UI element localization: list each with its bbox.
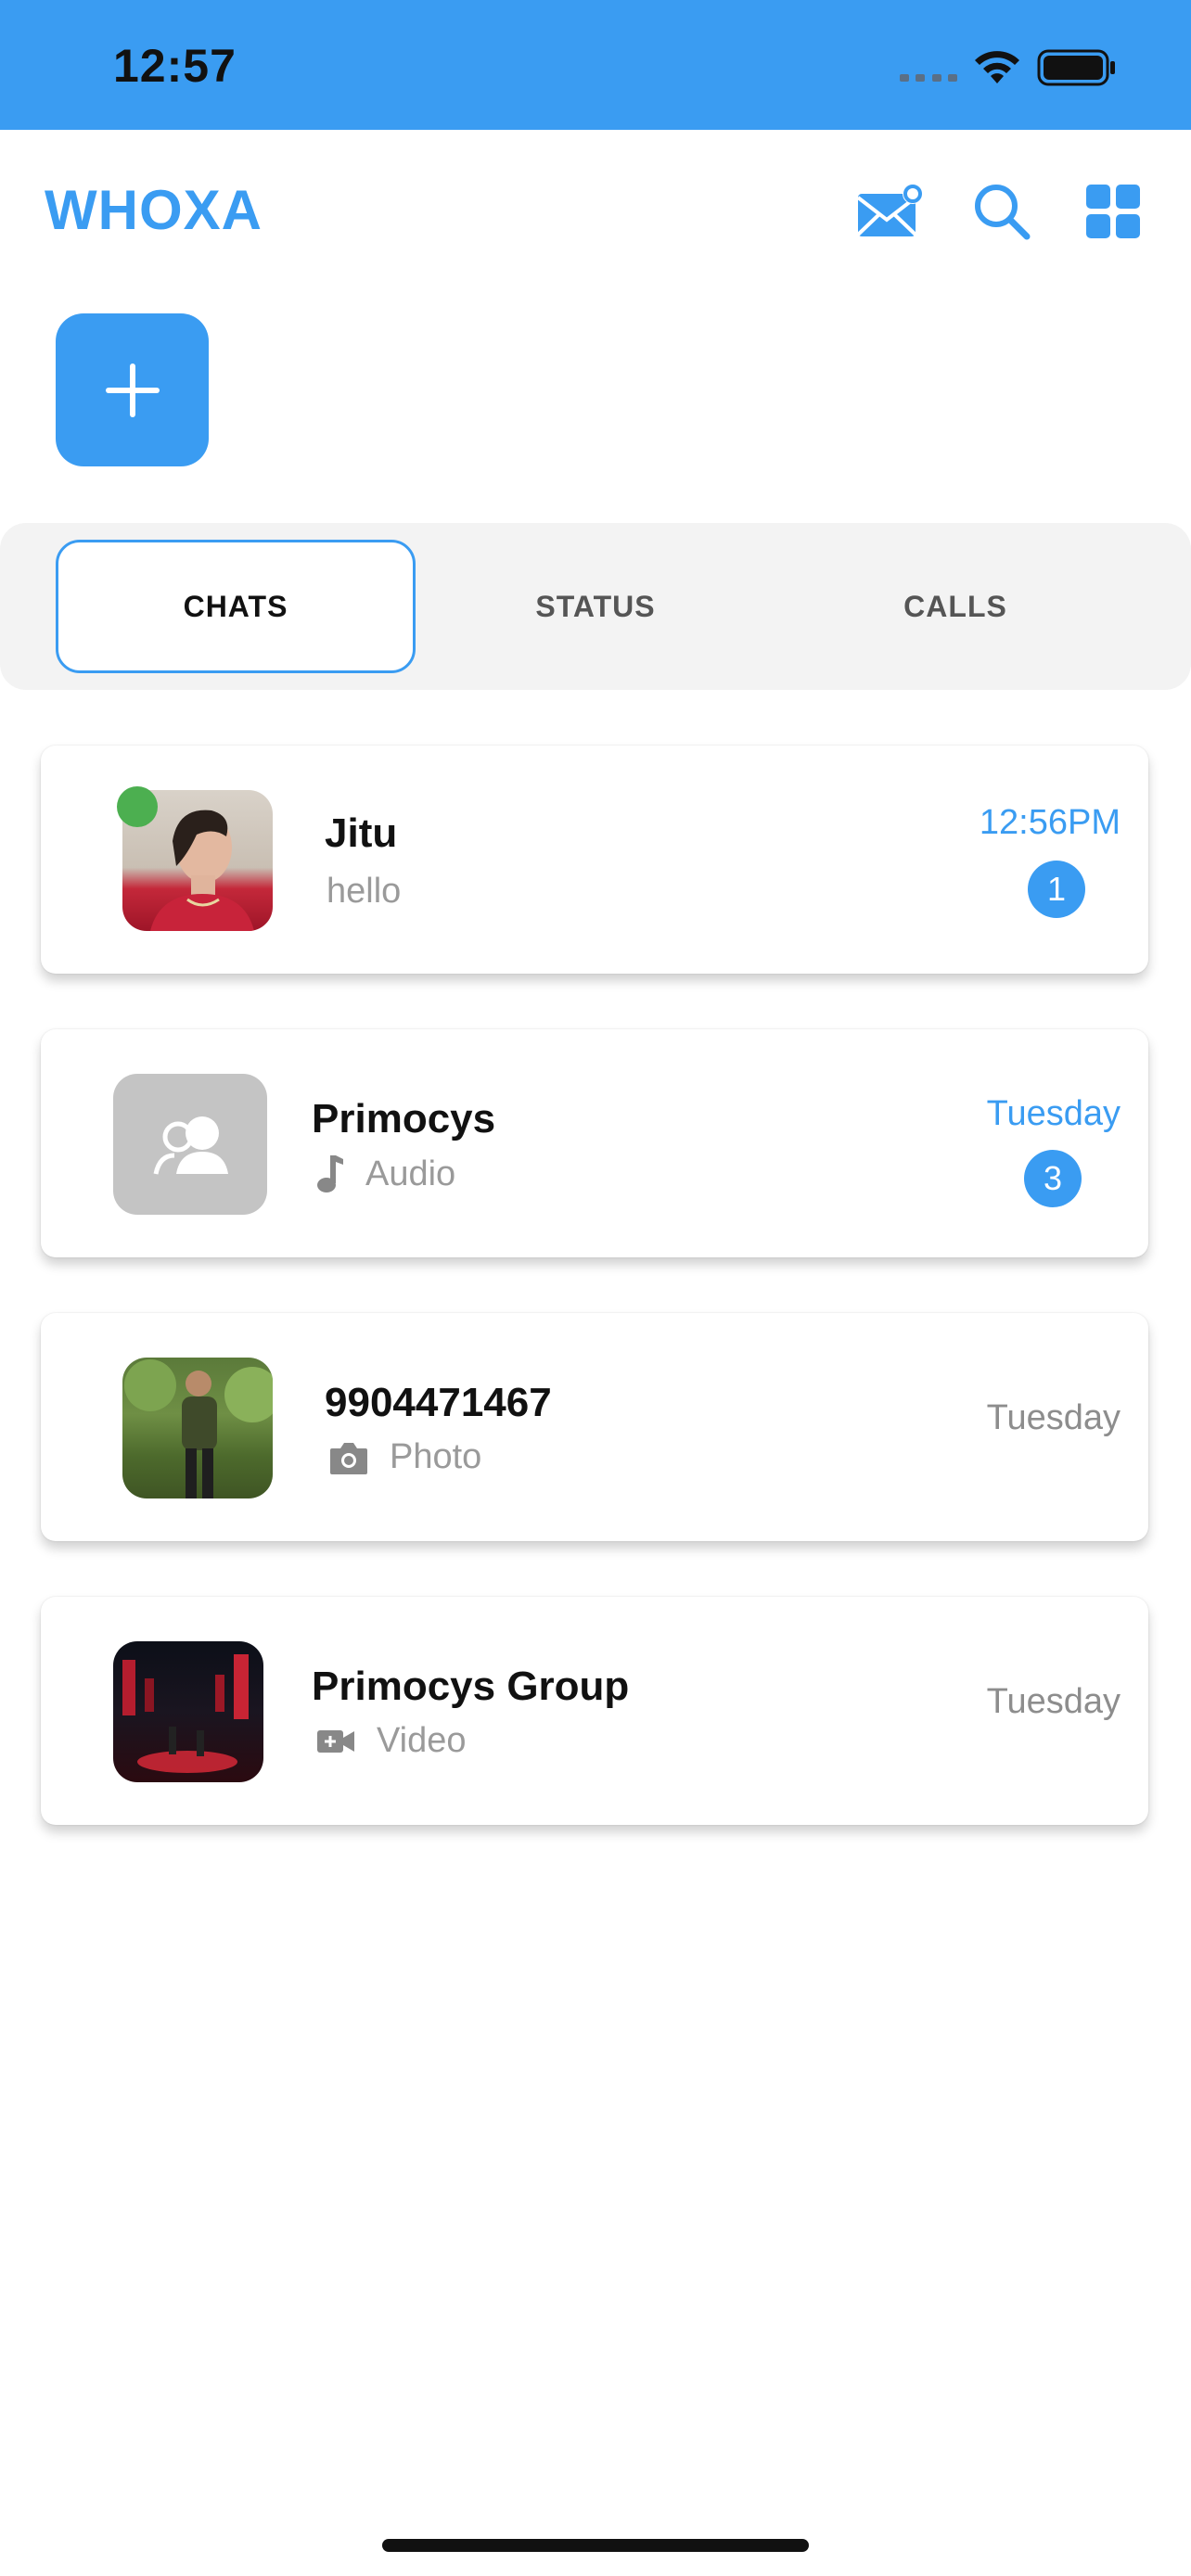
online-status-dot: [117, 786, 158, 827]
chat-preview: Video: [315, 1721, 467, 1761]
avatar: [122, 1358, 273, 1498]
chat-time: Tuesday: [986, 1398, 1121, 1437]
music-note-icon: [317, 1155, 343, 1192]
chat-time: Tuesday: [986, 1682, 1121, 1721]
chat-name: Primocys: [312, 1096, 496, 1141]
home-indicator: [382, 2539, 809, 2552]
group-icon: [153, 1116, 228, 1175]
status-time: 12:57: [113, 40, 237, 92]
chat-item-jitu[interactable]: Jitu hello 12:56PM 1: [41, 746, 1148, 974]
chat-name: Primocys Group: [312, 1664, 630, 1709]
tab-chats[interactable]: CHATS: [56, 540, 416, 673]
chat-preview: hello: [327, 872, 401, 912]
chat-preview-text: Video: [377, 1721, 467, 1760]
tab-calls[interactable]: CALLS: [775, 540, 1135, 673]
battery-icon: [1037, 49, 1115, 86]
unread-badge: 3: [1024, 1150, 1082, 1207]
cellular-signal-icon: [900, 74, 957, 83]
new-chat-button[interactable]: [56, 313, 209, 466]
search-icon[interactable]: [965, 176, 1039, 247]
chat-name: 9904471467: [325, 1380, 552, 1425]
chat-time: Tuesday: [986, 1094, 1121, 1133]
status-bar: 12:57: [0, 0, 1191, 130]
chat-item-primocys[interactable]: Primocys Audio Tuesday 3: [41, 1029, 1148, 1257]
chat-time: 12:56PM: [979, 803, 1121, 842]
group-avatar: [113, 1074, 267, 1215]
chat-preview-text: Photo: [390, 1437, 482, 1476]
chat-preview: Audio: [315, 1154, 455, 1194]
tab-status[interactable]: STATUS: [416, 540, 775, 673]
video-camera-icon: [317, 1729, 354, 1753]
mail-notification-icon[interactable]: [853, 176, 928, 247]
wifi-icon: [975, 51, 1019, 83]
app-brand-title: WHOXA: [45, 179, 263, 241]
unread-badge: 1: [1028, 861, 1085, 918]
chat-item-primocys-group[interactable]: Primocys Group Video Tuesday: [41, 1597, 1148, 1825]
grid-menu-icon[interactable]: [1076, 176, 1150, 247]
chat-preview: Photo: [328, 1437, 481, 1477]
chat-name: Jitu: [325, 810, 398, 856]
chat-item-9904471467[interactable]: 9904471467 Photo Tuesday: [41, 1313, 1148, 1541]
tab-bar: CHATS STATUS CALLS: [0, 523, 1191, 690]
camera-icon: [330, 1442, 367, 1474]
plus-icon: [105, 363, 160, 417]
chat-preview-text: Audio: [365, 1154, 456, 1193]
avatar: [113, 1641, 263, 1782]
chat-preview-text: hello: [327, 872, 402, 911]
